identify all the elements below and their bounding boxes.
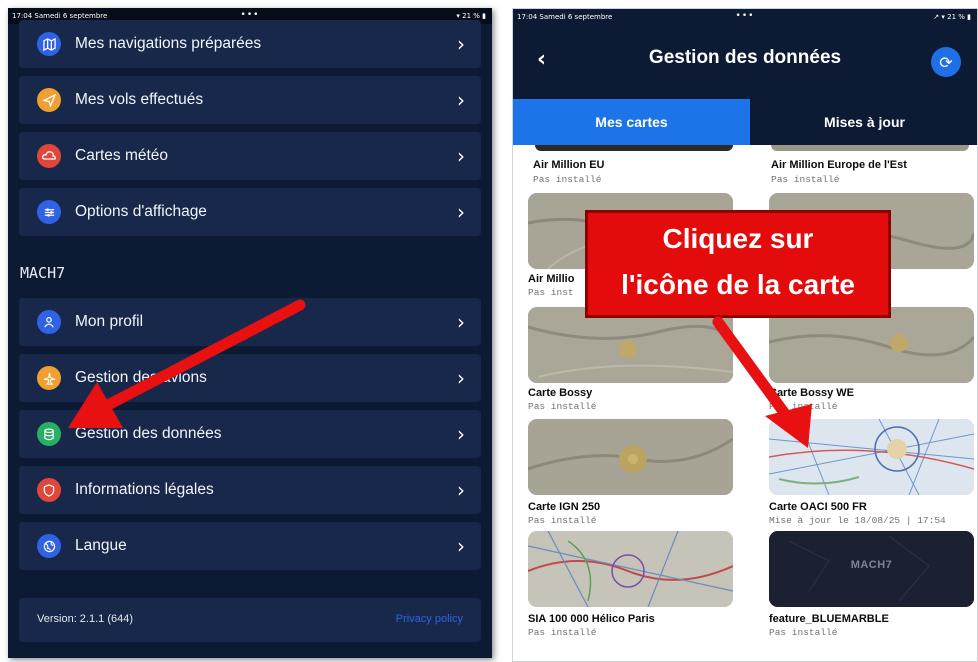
menu-item-avions[interactable]: Gestion des avions › (19, 354, 481, 402)
annotation-callout: Cliquez sur l'icône de la carte (585, 210, 891, 318)
chevron-right-icon: › (457, 200, 465, 224)
map-card-name: Air Million Europe de l'Est (771, 159, 907, 171)
callout-line-2: l'icône de la carte (621, 269, 855, 300)
chevron-right-icon: › (457, 366, 465, 390)
map-card-name: feature_BLUEMARBLE (769, 613, 889, 625)
send-icon (37, 88, 61, 112)
map-card-status: Pas installé (528, 515, 597, 526)
sliders-icon (37, 200, 61, 224)
menu-item-profil[interactable]: Mon profil › (19, 298, 481, 346)
map-card-name: Carte Bossy WE (769, 387, 854, 399)
chevron-right-icon: › (457, 310, 465, 334)
menu-item-donnees[interactable]: Gestion des données › (19, 410, 481, 458)
map-card-name: Carte IGN 250 (528, 501, 601, 513)
tab-mes-cartes[interactable]: Mes cartes (513, 99, 750, 145)
status-time: 17:04 Samedi 6 septembre (517, 13, 613, 21)
shield-icon (37, 478, 61, 502)
map-card-name: Air Million EU (533, 159, 605, 171)
menu-item-meteo[interactable]: Cartes météo › (19, 132, 481, 180)
plane-icon (37, 366, 61, 390)
map-icon (37, 32, 61, 56)
cloud-icon (37, 144, 61, 168)
section-title-mach7: MACH7 (20, 264, 66, 282)
app-settings-menu-panel: 17:04 Samedi 6 septembre ••• ▾ 21 % ▮ Me… (8, 8, 492, 658)
tab-mises-a-jour[interactable]: Mises à jour (750, 99, 977, 145)
map-card-bluemarble[interactable]: MACH7 feature_BLUEMARBLE Pas installé (769, 531, 974, 643)
map-card-name: SIA 100 000 Hélico Paris (528, 613, 655, 625)
map-card-carte-bossy[interactable]: Carte Bossy Pas installé (528, 307, 733, 417)
sync-button[interactable]: ⟳ (931, 47, 961, 77)
status-dots: ••• (735, 11, 755, 21)
refresh-icon: ⟳ (939, 52, 953, 72)
map-card-status: Pas installé (528, 401, 597, 412)
chevron-right-icon: › (457, 144, 465, 168)
map-card-name: Carte OACI 500 FR (769, 501, 867, 513)
menu-item-legales[interactable]: Informations légales › (19, 466, 481, 514)
globe-icon (37, 534, 61, 558)
chevron-right-icon: › (457, 478, 465, 502)
map-card-status: Pas inst (528, 287, 574, 298)
map-card-air-million-eu[interactable]: Air Million EU Pas installé (533, 149, 738, 189)
map-thumbnail[interactable] (528, 531, 733, 607)
chevron-right-icon: › (457, 88, 465, 112)
map-card-carte-ign-250[interactable]: Carte IGN 250 Pas installé (528, 419, 733, 531)
map-card-name: Air Millio (528, 273, 575, 285)
map-thumbnail[interactable] (769, 419, 974, 495)
data-management-panel: 17:04 Samedi 6 septembre ••• ↗ ▾ 21 % ▮ … (512, 8, 978, 662)
mach7-logo: MACH7 (850, 559, 893, 571)
map-card-status: Pas installé (769, 627, 838, 638)
map-card-carte-bossy-we[interactable]: Carte Bossy WE Pas installé (769, 307, 974, 417)
map-card-air-million-est[interactable]: Air Million Europe de l'Est Pas installé (771, 149, 976, 189)
chevron-right-icon: › (457, 32, 465, 56)
status-battery: ▾ 21 % ▮ (456, 12, 486, 20)
chevron-right-icon: › (457, 534, 465, 558)
menu-item-label: Cartes météo (75, 147, 169, 164)
page-title: Gestion des données (648, 47, 842, 68)
map-thumbnail[interactable] (528, 419, 733, 495)
menu-item-label: Gestion des avions (75, 369, 207, 386)
status-bar: 17:04 Samedi 6 septembre ••• ↗ ▾ 21 % ▮ (513, 9, 977, 25)
map-card-status: Pas installé (528, 627, 597, 638)
menu-item-label: Mes navigations préparées (75, 35, 262, 52)
map-card-status: Pas installé (771, 174, 840, 185)
status-battery: ↗ ▾ 21 % ▮ (933, 13, 971, 21)
menu-item-vols[interactable]: Mes vols effectués › (19, 76, 481, 124)
map-thumbnail[interactable]: MACH7 (769, 531, 974, 607)
map-thumbnail[interactable] (528, 307, 733, 383)
menu-item-label: Gestion des données (75, 425, 222, 442)
version-text: Version: 2.1.1 (644) (37, 613, 134, 625)
map-card-status: Mise à jour le 18/08/25 | 17:54 (769, 515, 946, 526)
menu-item-label: Mes vols effectués (75, 91, 204, 108)
menu-item-label: Langue (75, 537, 127, 554)
status-dots: ••• (240, 10, 260, 20)
callout-line-1: Cliquez sur (662, 223, 814, 254)
status-time: 17:04 Samedi 6 septembre (12, 12, 108, 20)
user-icon (37, 310, 61, 334)
version-bar: Version: 2.1.1 (644) Privacy policy (19, 598, 481, 642)
menu-item-langue[interactable]: Langue › (19, 522, 481, 570)
menu-item-label: Mon profil (75, 313, 144, 330)
map-card-carte-oaci-500[interactable]: Carte OACI 500 FR Mise à jour le 18/08/2… (769, 419, 974, 531)
header: 17:04 Samedi 6 septembre ••• ↗ ▾ 21 % ▮ … (513, 9, 977, 99)
map-card-status: Pas installé (769, 401, 838, 412)
map-card-name: Carte Bossy (528, 387, 593, 399)
database-icon (37, 422, 61, 446)
map-thumbnail[interactable] (769, 307, 974, 383)
menu-item-navigations[interactable]: Mes navigations préparées › (19, 20, 481, 68)
privacy-policy-link[interactable]: Privacy policy (396, 613, 463, 625)
map-card-sia-helico[interactable]: SIA 100 000 Hélico Paris Pas installé (528, 531, 733, 643)
menu-item-label: Options d'affichage (75, 203, 207, 220)
map-card-status: Pas installé (533, 174, 602, 185)
chevron-right-icon: › (457, 422, 465, 446)
menu-item-label: Informations légales (75, 481, 214, 498)
menu-item-affichage[interactable]: Options d'affichage › (19, 188, 481, 236)
